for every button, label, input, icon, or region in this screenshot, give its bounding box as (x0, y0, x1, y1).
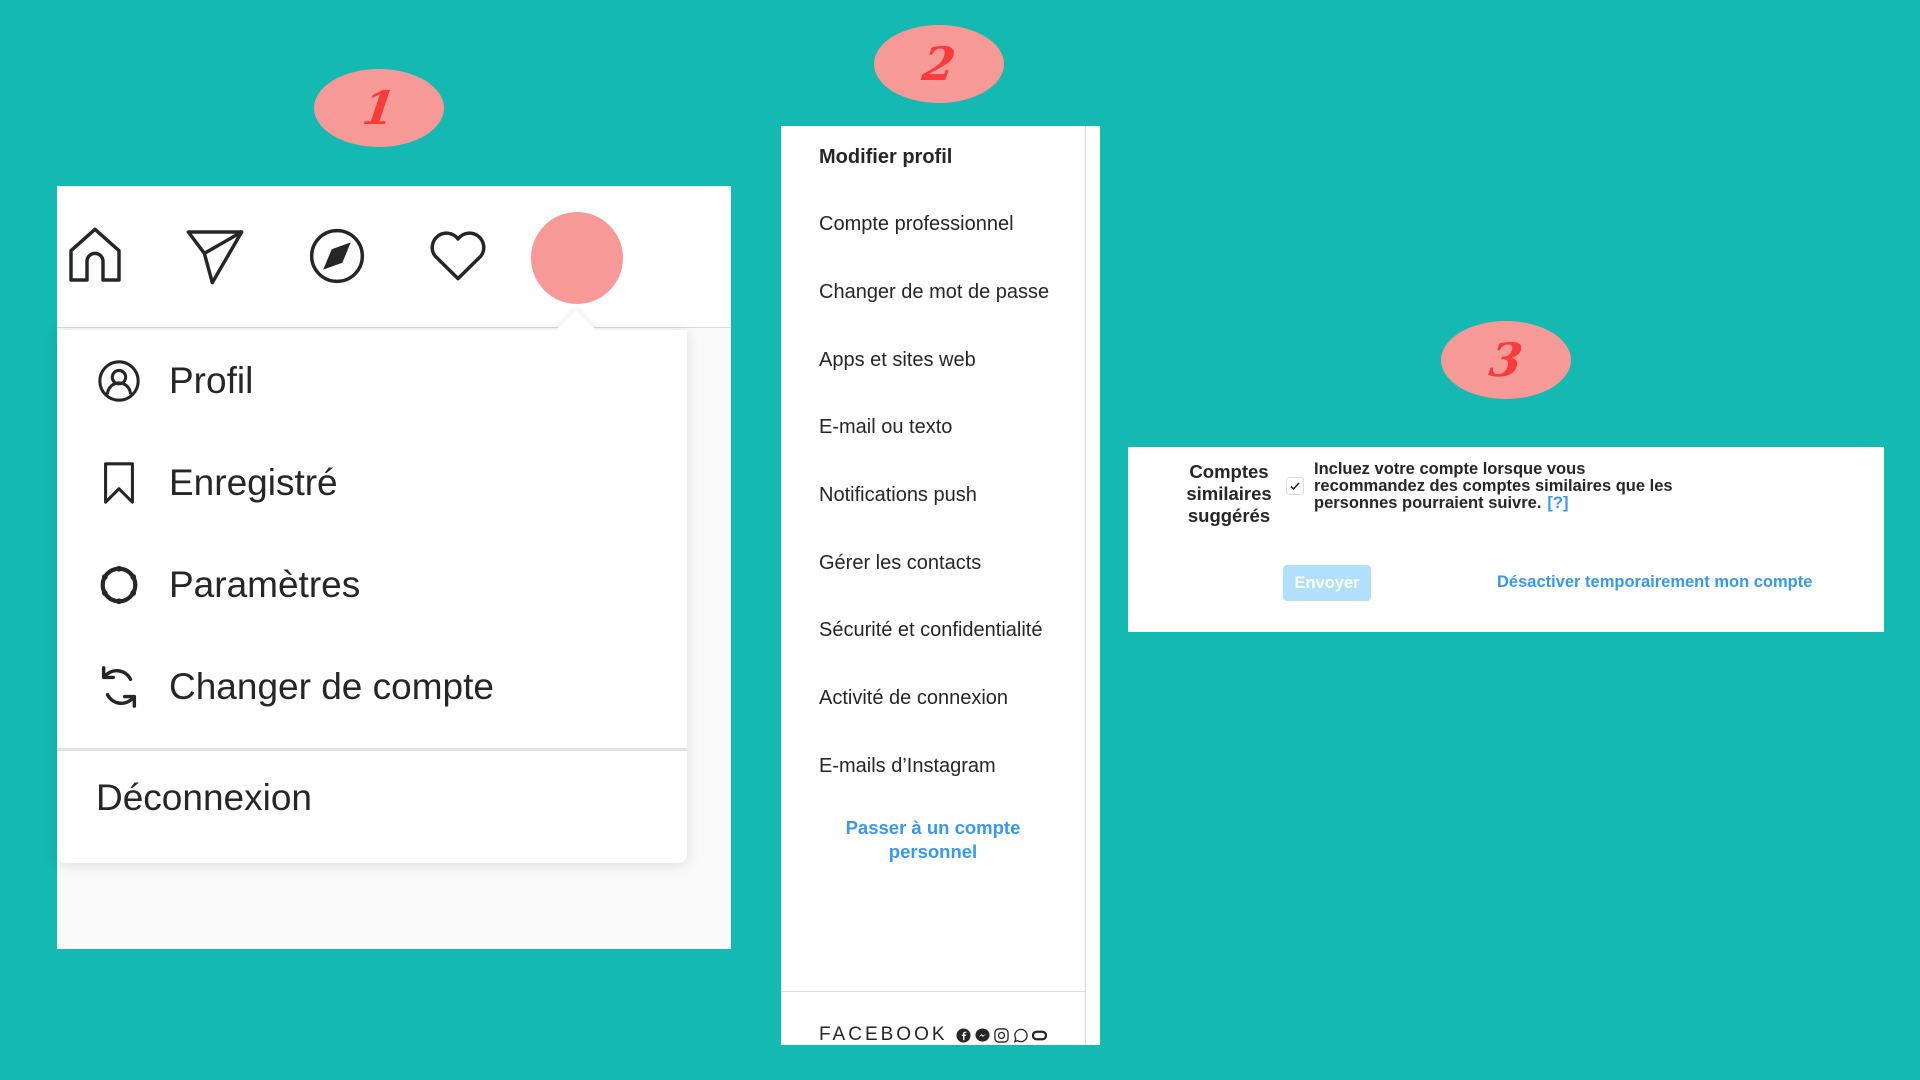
submit-button[interactable]: Envoyer (1283, 565, 1371, 601)
facebook-icon (956, 1027, 971, 1043)
home-icon[interactable] (63, 224, 127, 288)
menu-item-profile[interactable]: Profil (57, 336, 687, 426)
link-line: personnel (888, 841, 978, 862)
menu-item-saved[interactable]: Enregistré (57, 438, 687, 528)
checkmark-icon (1290, 482, 1300, 491)
menu-divider (57, 748, 687, 751)
sidebar-item-manage-contacts[interactable]: Gérer les contacts (819, 552, 981, 575)
direct-message-icon[interactable] (183, 224, 247, 288)
suggestions-checkbox[interactable] (1286, 477, 1304, 495)
messenger-icon (975, 1027, 990, 1042)
desc-line: personnes pourraient suivre. (1314, 494, 1542, 512)
profile-avatar[interactable] (531, 212, 623, 304)
desc-line: recommandez des comptes similaires que l… (1314, 477, 1673, 495)
sidebar-item-edit-profile[interactable]: Modifier profil (819, 146, 952, 169)
account-suggestions-settings: Comptes similaires suggérés Incluez votr… (1128, 447, 1884, 632)
footer-divider (781, 991, 1085, 992)
step-badge-1: 1 (314, 69, 444, 147)
profile-dropdown-menu: Profil Enregistré Paramètres Changer de … (57, 330, 687, 863)
help-link[interactable]: [?] (1547, 494, 1568, 512)
link-line: Passer à un compte (845, 817, 1021, 838)
switch-account-icon (95, 663, 143, 711)
bookmark-icon (95, 459, 143, 507)
sidebar-item-professional-account[interactable]: Compte professionnel (819, 213, 1014, 236)
whatsapp-icon (1013, 1028, 1028, 1043)
sidebar-item-instagram-emails[interactable]: E-mails d’Instagram (819, 755, 996, 778)
sidebar-item-apps-websites[interactable]: Apps et sites web (819, 349, 976, 372)
facebook-footer: FACEBOOK (819, 1024, 1051, 1046)
facebook-brand: FACEBOOK (819, 1024, 948, 1045)
top-nav-bar (57, 186, 731, 328)
step-badge-2: 2 (874, 25, 1004, 103)
sidebar-item-push-notifications[interactable]: Notifications push (819, 484, 977, 507)
settings-sidebar: Modifier profil Compte professionnel Cha… (781, 126, 1100, 1045)
menu-item-label: Enregistré (169, 462, 338, 503)
deactivate-account-link[interactable]: Désactiver temporairement mon compte (1497, 573, 1812, 592)
profile-circle-icon (95, 357, 143, 405)
explore-compass-icon[interactable] (305, 224, 369, 288)
menu-item-label: Changer de compte (169, 666, 494, 707)
sidebar-divider (1085, 126, 1086, 1045)
desc-line: Incluez votre compte lorsque vous (1314, 460, 1586, 478)
settings-gear-icon (95, 561, 143, 609)
step-number: 3 (1486, 333, 1526, 387)
label-line: suggérés (1187, 505, 1271, 526)
sidebar-item-email-sms[interactable]: E-mail ou texto (819, 416, 952, 439)
sidebar-item-login-activity[interactable]: Activité de connexion (819, 687, 1008, 710)
switch-to-personal-account-link[interactable]: Passer à un compte personnel (781, 816, 1085, 864)
activity-heart-icon[interactable] (426, 224, 490, 288)
menu-item-label: Paramètres (169, 564, 361, 605)
sidebar-item-change-password[interactable]: Changer de mot de passe (819, 281, 1049, 304)
sidebar-item-privacy-security[interactable]: Sécurité et confidentialité (819, 619, 1042, 642)
step-number: 2 (919, 37, 959, 91)
menu-item-label: Profil (169, 360, 254, 401)
setting-description: Incluez votre compte lorsque vous recomm… (1314, 461, 1714, 512)
logout-button[interactable]: Déconnexion (96, 777, 312, 819)
oculus-icon (1031, 1030, 1047, 1040)
menu-item-settings[interactable]: Paramètres (57, 540, 687, 630)
menu-item-switch-account[interactable]: Changer de compte (57, 642, 687, 732)
step-badge-3: 3 (1441, 321, 1571, 399)
instagram-icon (993, 1027, 1009, 1043)
step-number: 1 (359, 81, 399, 135)
